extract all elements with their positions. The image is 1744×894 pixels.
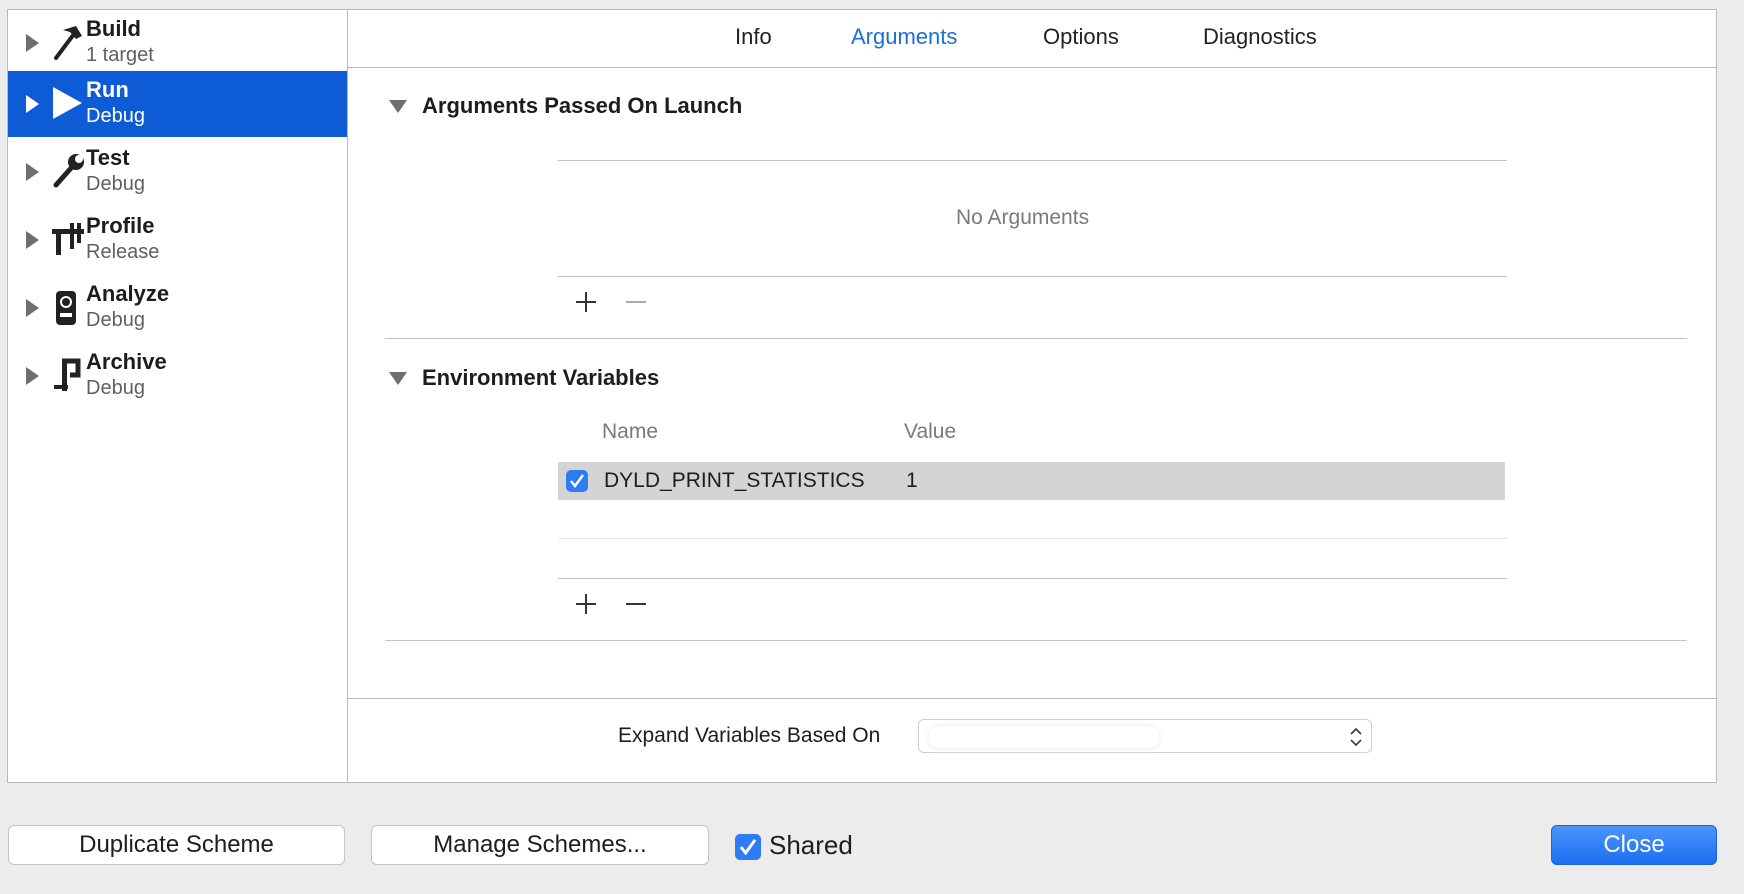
table-row[interactable]: DYLD_PRINT_STATISTICS 1 bbox=[558, 462, 1505, 500]
sidebar-item-title: Build bbox=[86, 16, 141, 41]
disclosure-triangle-icon[interactable] bbox=[26, 231, 39, 249]
arguments-section-title: Arguments Passed On Launch bbox=[422, 93, 743, 118]
tab-info[interactable]: Info bbox=[735, 24, 772, 50]
disclosure-triangle-icon[interactable] bbox=[389, 372, 407, 385]
sidebar-item-run[interactable]: Run Debug bbox=[8, 71, 347, 137]
caliper-icon bbox=[52, 223, 84, 255]
clamp-icon bbox=[54, 358, 81, 391]
play-icon bbox=[53, 87, 82, 119]
disclosure-triangle-icon[interactable] bbox=[389, 100, 407, 113]
disclosure-triangle-icon[interactable] bbox=[26, 299, 39, 317]
disclosure-triangle-icon[interactable] bbox=[26, 367, 39, 385]
env-enabled-checkbox[interactable] bbox=[566, 470, 588, 492]
analyze-icon bbox=[56, 291, 76, 325]
expand-variables-popup[interactable] bbox=[918, 719, 1372, 753]
wrench-icon bbox=[53, 154, 84, 188]
sidebar-item-title: Archive bbox=[86, 349, 167, 374]
tab-options[interactable]: Options bbox=[1043, 24, 1119, 50]
disclosure-triangle-icon[interactable] bbox=[26, 95, 39, 113]
expand-variables-bar: Expand Variables Based On bbox=[348, 698, 1716, 782]
shared-label[interactable]: Shared bbox=[769, 830, 853, 861]
redacted-value bbox=[929, 726, 1159, 748]
section-divider bbox=[385, 338, 1687, 339]
duplicate-scheme-button[interactable]: Duplicate Scheme bbox=[8, 825, 345, 865]
checkmark-icon bbox=[739, 839, 757, 856]
tab-arguments[interactable]: Arguments bbox=[851, 24, 957, 50]
chevron-updown-icon bbox=[1350, 727, 1362, 747]
remove-argument-button[interactable] bbox=[624, 290, 648, 314]
sidebar-item-title: Profile bbox=[86, 213, 155, 238]
environment-section-title: Environment Variables bbox=[422, 365, 660, 390]
divider bbox=[558, 276, 1507, 277]
sidebar-item-title: Analyze bbox=[86, 281, 170, 306]
column-header-name[interactable]: Name bbox=[602, 420, 658, 444]
divider bbox=[558, 160, 1507, 161]
sidebar-item-subtitle: 1 target bbox=[86, 44, 154, 66]
sidebar-item-subtitle: Debug bbox=[86, 173, 145, 195]
column-header-value[interactable]: Value bbox=[904, 420, 956, 444]
scheme-actions-sidebar: Build 1 target Run Debug Test Debug Prof… bbox=[8, 10, 348, 782]
env-value-cell[interactable]: 1 bbox=[906, 469, 918, 493]
sidebar-item-archive[interactable]: Archive Debug bbox=[8, 343, 347, 409]
sidebar-item-build[interactable]: Build 1 target bbox=[8, 10, 347, 76]
sidebar-item-subtitle: Release bbox=[86, 241, 160, 263]
env-name-cell[interactable]: DYLD_PRINT_STATISTICS bbox=[604, 469, 865, 493]
sidebar-item-subtitle: Debug bbox=[86, 377, 145, 399]
section-divider bbox=[385, 640, 1687, 641]
shared-checkbox[interactable] bbox=[735, 834, 761, 860]
expand-variables-label: Expand Variables Based On bbox=[618, 724, 881, 747]
manage-schemes-button[interactable]: Manage Schemes... bbox=[371, 825, 709, 865]
empty-arguments-text: No Arguments bbox=[956, 206, 1090, 229]
add-variable-button[interactable] bbox=[574, 592, 598, 616]
divider bbox=[558, 578, 1507, 579]
add-argument-button[interactable] bbox=[574, 290, 598, 314]
remove-variable-button[interactable] bbox=[624, 592, 648, 616]
sidebar-item-subtitle: Debug bbox=[86, 105, 145, 127]
sidebar-item-test[interactable]: Test Debug bbox=[8, 139, 347, 205]
disclosure-triangle-icon[interactable] bbox=[26, 163, 39, 181]
tab-diagnostics[interactable]: Diagnostics bbox=[1203, 24, 1317, 50]
row-divider bbox=[558, 538, 1507, 539]
checkmark-icon bbox=[570, 474, 585, 489]
hammer-icon bbox=[54, 26, 82, 60]
sidebar-item-subtitle: Debug bbox=[86, 309, 145, 331]
close-button[interactable]: Close bbox=[1551, 825, 1717, 865]
scheme-editor-window: Build 1 target Run Debug Test Debug Prof… bbox=[7, 9, 1717, 783]
tab-bar: Info Arguments Options Diagnostics bbox=[348, 10, 1716, 68]
sidebar-item-analyze[interactable]: Analyze Debug bbox=[8, 275, 347, 341]
sidebar-item-profile[interactable]: Profile Release bbox=[8, 207, 347, 273]
disclosure-triangle-icon[interactable] bbox=[26, 34, 39, 52]
sidebar-item-title: Run bbox=[86, 77, 129, 102]
sidebar-item-title: Test bbox=[86, 145, 130, 170]
